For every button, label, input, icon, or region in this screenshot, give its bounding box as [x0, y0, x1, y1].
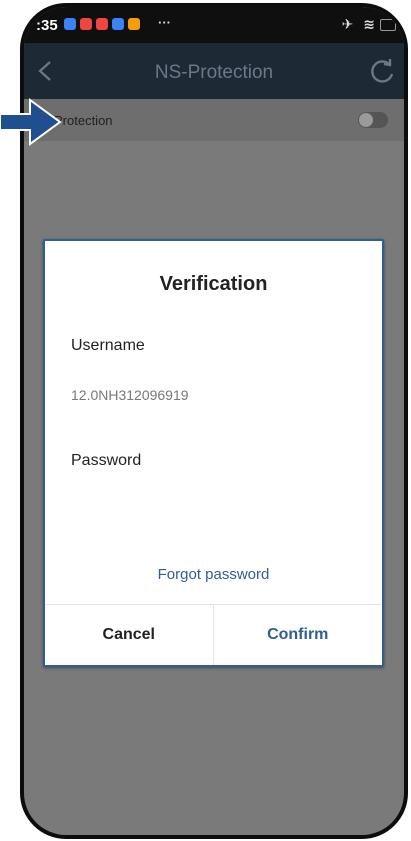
password-field[interactable] — [71, 495, 351, 519]
screen: :35 ··· ✈ ≋ NS-Protection Protection Ver… — [24, 7, 404, 835]
annotation-arrow-icon — [0, 98, 62, 146]
overflow-indicator: ··· — [158, 15, 171, 30]
protection-toggle[interactable] — [358, 112, 388, 128]
username-label: Username — [71, 337, 145, 354]
refresh-icon[interactable] — [368, 57, 396, 85]
signal-wifi-icons: ✈ ≋ — [341, 16, 378, 32]
password-label: Password — [71, 452, 142, 469]
phone-frame: :35 ··· ✈ ≋ NS-Protection Protection Ver… — [20, 3, 408, 839]
protection-setting-row: Protection — [24, 99, 404, 141]
status-bar: :35 ··· ✈ ≋ — [24, 7, 404, 43]
forgot-password-link[interactable]: Forgot password — [45, 566, 382, 583]
app-bar: NS-Protection — [24, 43, 404, 99]
status-time: :35 — [36, 17, 58, 34]
notification-icon — [64, 18, 76, 30]
cancel-button[interactable]: Cancel — [45, 605, 214, 665]
notification-icon — [128, 18, 140, 30]
notification-icon — [96, 18, 108, 30]
notification-icon — [112, 18, 124, 30]
page-title: NS-Protection — [154, 62, 274, 83]
verification-dialog: Verification Username 12.0NH312096919 Pa… — [43, 239, 384, 667]
dialog-title: Verification — [159, 273, 268, 295]
notification-icon — [80, 18, 92, 30]
dialog-button-row: Cancel Confirm — [45, 604, 382, 665]
toggle-knob — [359, 113, 373, 127]
username-field[interactable]: 12.0NH312096919 — [71, 387, 189, 403]
battery-icon — [380, 19, 396, 31]
confirm-button[interactable]: Confirm — [214, 605, 383, 665]
